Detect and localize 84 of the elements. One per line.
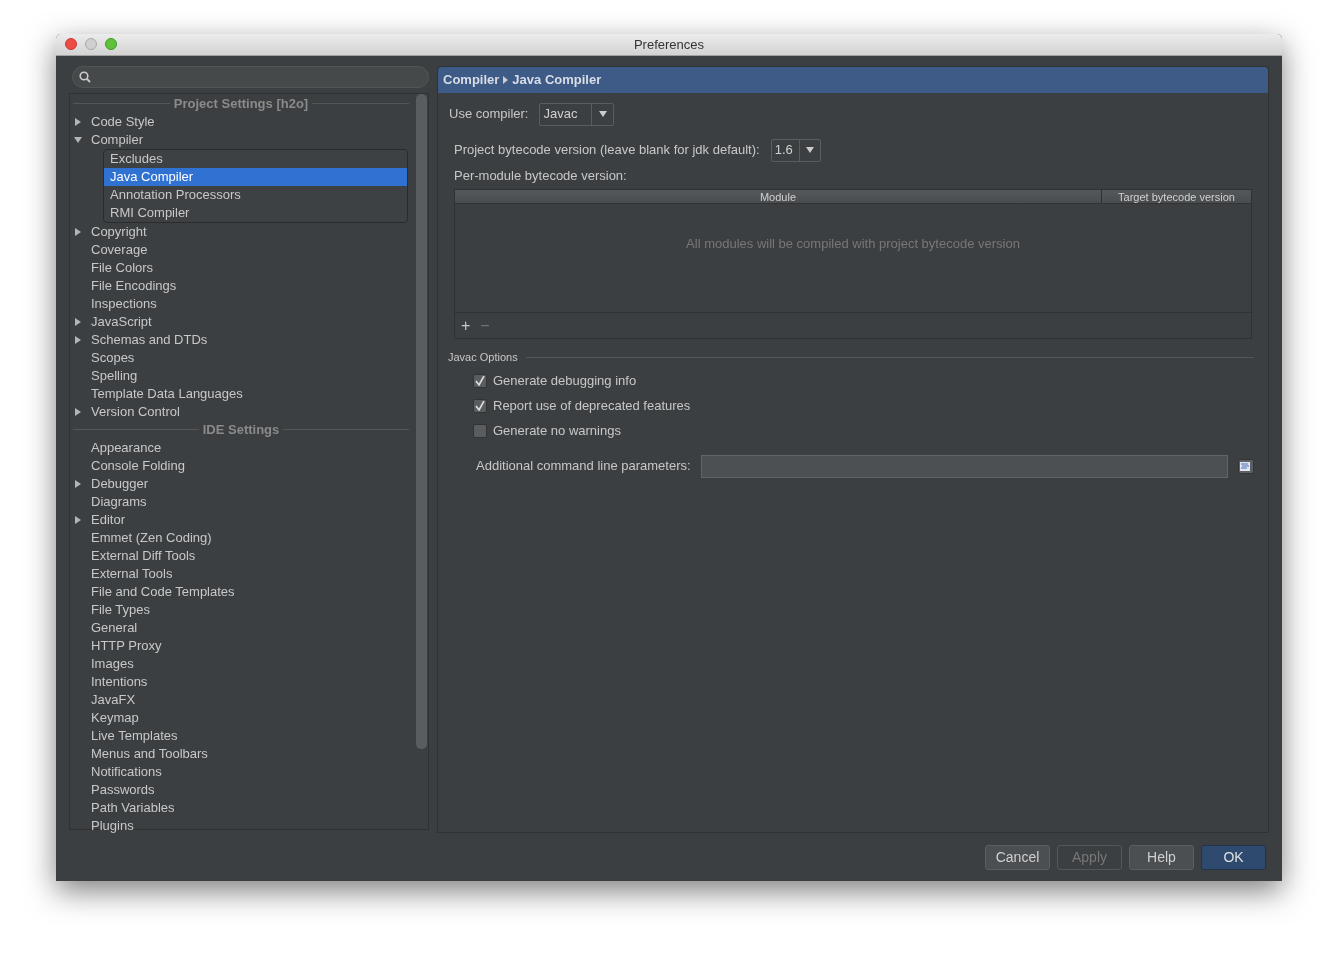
tree-item[interactable]: Copyright bbox=[90, 222, 148, 241]
tree-item[interactable]: HTTP Proxy bbox=[90, 636, 163, 655]
checkbox[interactable] bbox=[473, 424, 487, 439]
collapsed-arrow-icon[interactable] bbox=[74, 117, 82, 126]
tree-item[interactable]: Spelling bbox=[90, 366, 139, 385]
tree-item[interactable]: Code Style bbox=[90, 112, 156, 131]
tree-item[interactable]: Annotation Processors bbox=[104, 185, 407, 204]
empty-table-message: All modules will be compiled with project bytecode version bbox=[686, 235, 1020, 254]
parameters-input-field[interactable] bbox=[700, 454, 1228, 478]
tree-item[interactable]: RMI Compiler bbox=[104, 203, 407, 222]
tree-item[interactable]: Editor bbox=[90, 510, 126, 529]
add-button[interactable]: + bbox=[461, 317, 471, 334]
field-label: Per-module bytecode version: bbox=[454, 166, 627, 185]
checkmark-icon bbox=[475, 376, 485, 387]
tree-item[interactable]: Keymap bbox=[90, 708, 140, 727]
tree-item[interactable]: File Encodings bbox=[90, 276, 178, 295]
checkmark-icon bbox=[475, 401, 485, 412]
collapsed-arrow-icon[interactable] bbox=[74, 479, 82, 488]
column-header[interactable]: Module bbox=[455, 190, 1101, 204]
breadcrumb-item[interactable]: Compiler bbox=[443, 69, 500, 90]
tree-item[interactable]: External Tools bbox=[90, 564, 174, 583]
tree-item[interactable]: File Types bbox=[90, 600, 151, 619]
tree-item[interactable]: Java Compiler bbox=[104, 167, 407, 186]
collapsed-arrow-icon[interactable] bbox=[74, 407, 82, 416]
tree-item[interactable]: Template Data Languages bbox=[90, 384, 244, 403]
tree-item[interactable]: File Colors bbox=[90, 258, 155, 277]
tree-item[interactable]: JavaScript bbox=[90, 312, 153, 331]
tree-item[interactable]: Notifications bbox=[90, 762, 163, 781]
search-field[interactable] bbox=[72, 65, 429, 88]
column-header[interactable]: Target bytecode version bbox=[1101, 190, 1251, 204]
dialog-button[interactable]: Cancel bbox=[985, 844, 1050, 870]
collapsed-arrow-icon[interactable] bbox=[74, 227, 82, 236]
tree-item[interactable]: Excludes bbox=[104, 149, 407, 168]
tree-item[interactable]: Console Folding bbox=[90, 456, 186, 475]
tree-item[interactable]: Appearance bbox=[90, 438, 163, 457]
breadcrumb-arrow-icon bbox=[503, 75, 509, 84]
window-title: Preferences bbox=[633, 35, 705, 54]
dialog-button[interactable]: Help bbox=[1129, 844, 1194, 870]
expand-editor-icon[interactable] bbox=[1238, 458, 1254, 474]
bytecode-version-dropdown[interactable]: 1.6 bbox=[770, 138, 821, 162]
tree-item[interactable]: Path Variables bbox=[90, 798, 176, 817]
checkbox-label: Generate no warnings bbox=[493, 422, 621, 441]
scrollbar-thumb[interactable] bbox=[416, 93, 427, 749]
tree-item[interactable]: Intentions bbox=[90, 672, 149, 691]
close-window-button[interactable] bbox=[65, 38, 77, 51]
section-header: Project Settings [h2o] bbox=[172, 94, 310, 113]
tree-item[interactable]: Live Templates bbox=[90, 726, 179, 745]
checkbox-label: Generate debugging info bbox=[493, 372, 637, 391]
collapsed-arrow-icon[interactable] bbox=[74, 335, 82, 344]
expanded-arrow-icon[interactable] bbox=[74, 135, 82, 144]
dialog-button[interactable]: OK bbox=[1201, 844, 1266, 870]
tree-item[interactable]: External Diff Tools bbox=[90, 546, 197, 565]
compiler-dropdown[interactable]: Javac bbox=[539, 102, 615, 126]
tree-item[interactable]: Images bbox=[90, 654, 135, 673]
tree-item[interactable]: Scopes bbox=[90, 348, 136, 367]
tree-item[interactable]: Emmet (Zen Coding) bbox=[90, 528, 213, 547]
dropdown-caret-icon bbox=[805, 147, 814, 154]
collapsed-arrow-icon[interactable] bbox=[74, 317, 82, 326]
collapsed-arrow-icon[interactable] bbox=[74, 515, 82, 524]
group-title: Javac Options bbox=[448, 350, 518, 366]
section-header: IDE Settings bbox=[201, 420, 281, 439]
tree-item[interactable]: Inspections bbox=[90, 294, 158, 313]
tree-item[interactable]: Coverage bbox=[90, 240, 149, 259]
breadcrumb-item[interactable]: Java Compiler bbox=[512, 69, 602, 90]
tree-item[interactable]: Debugger bbox=[90, 474, 150, 493]
field-label: Use compiler: bbox=[449, 105, 529, 124]
search-icon bbox=[79, 70, 91, 83]
zoom-window-button[interactable] bbox=[105, 38, 117, 51]
tree-item[interactable]: General bbox=[90, 618, 139, 637]
checkbox[interactable] bbox=[473, 399, 487, 414]
tree-item[interactable]: File and Code Templates bbox=[90, 582, 236, 601]
tree-item[interactable]: Passwords bbox=[90, 780, 156, 799]
checkbox[interactable] bbox=[473, 374, 487, 389]
dropdown-caret-icon bbox=[598, 111, 607, 118]
field-label: Additional command line parameters: bbox=[476, 457, 691, 476]
tree-item[interactable]: Diagrams bbox=[90, 492, 148, 511]
tree-item[interactable]: Menus and Toolbars bbox=[90, 744, 209, 763]
tree-item[interactable]: JavaFX bbox=[90, 690, 137, 709]
tree-item[interactable]: Compiler bbox=[90, 130, 144, 149]
tree-item[interactable]: Plugins bbox=[90, 816, 135, 835]
field-label: Project bytecode version (leave blank for jdk default): bbox=[454, 141, 760, 160]
checkbox-label: Report use of deprecated features bbox=[493, 397, 691, 416]
tree-item[interactable]: Version Control bbox=[90, 402, 181, 421]
tree-item[interactable]: Schemas and DTDs bbox=[90, 330, 209, 349]
